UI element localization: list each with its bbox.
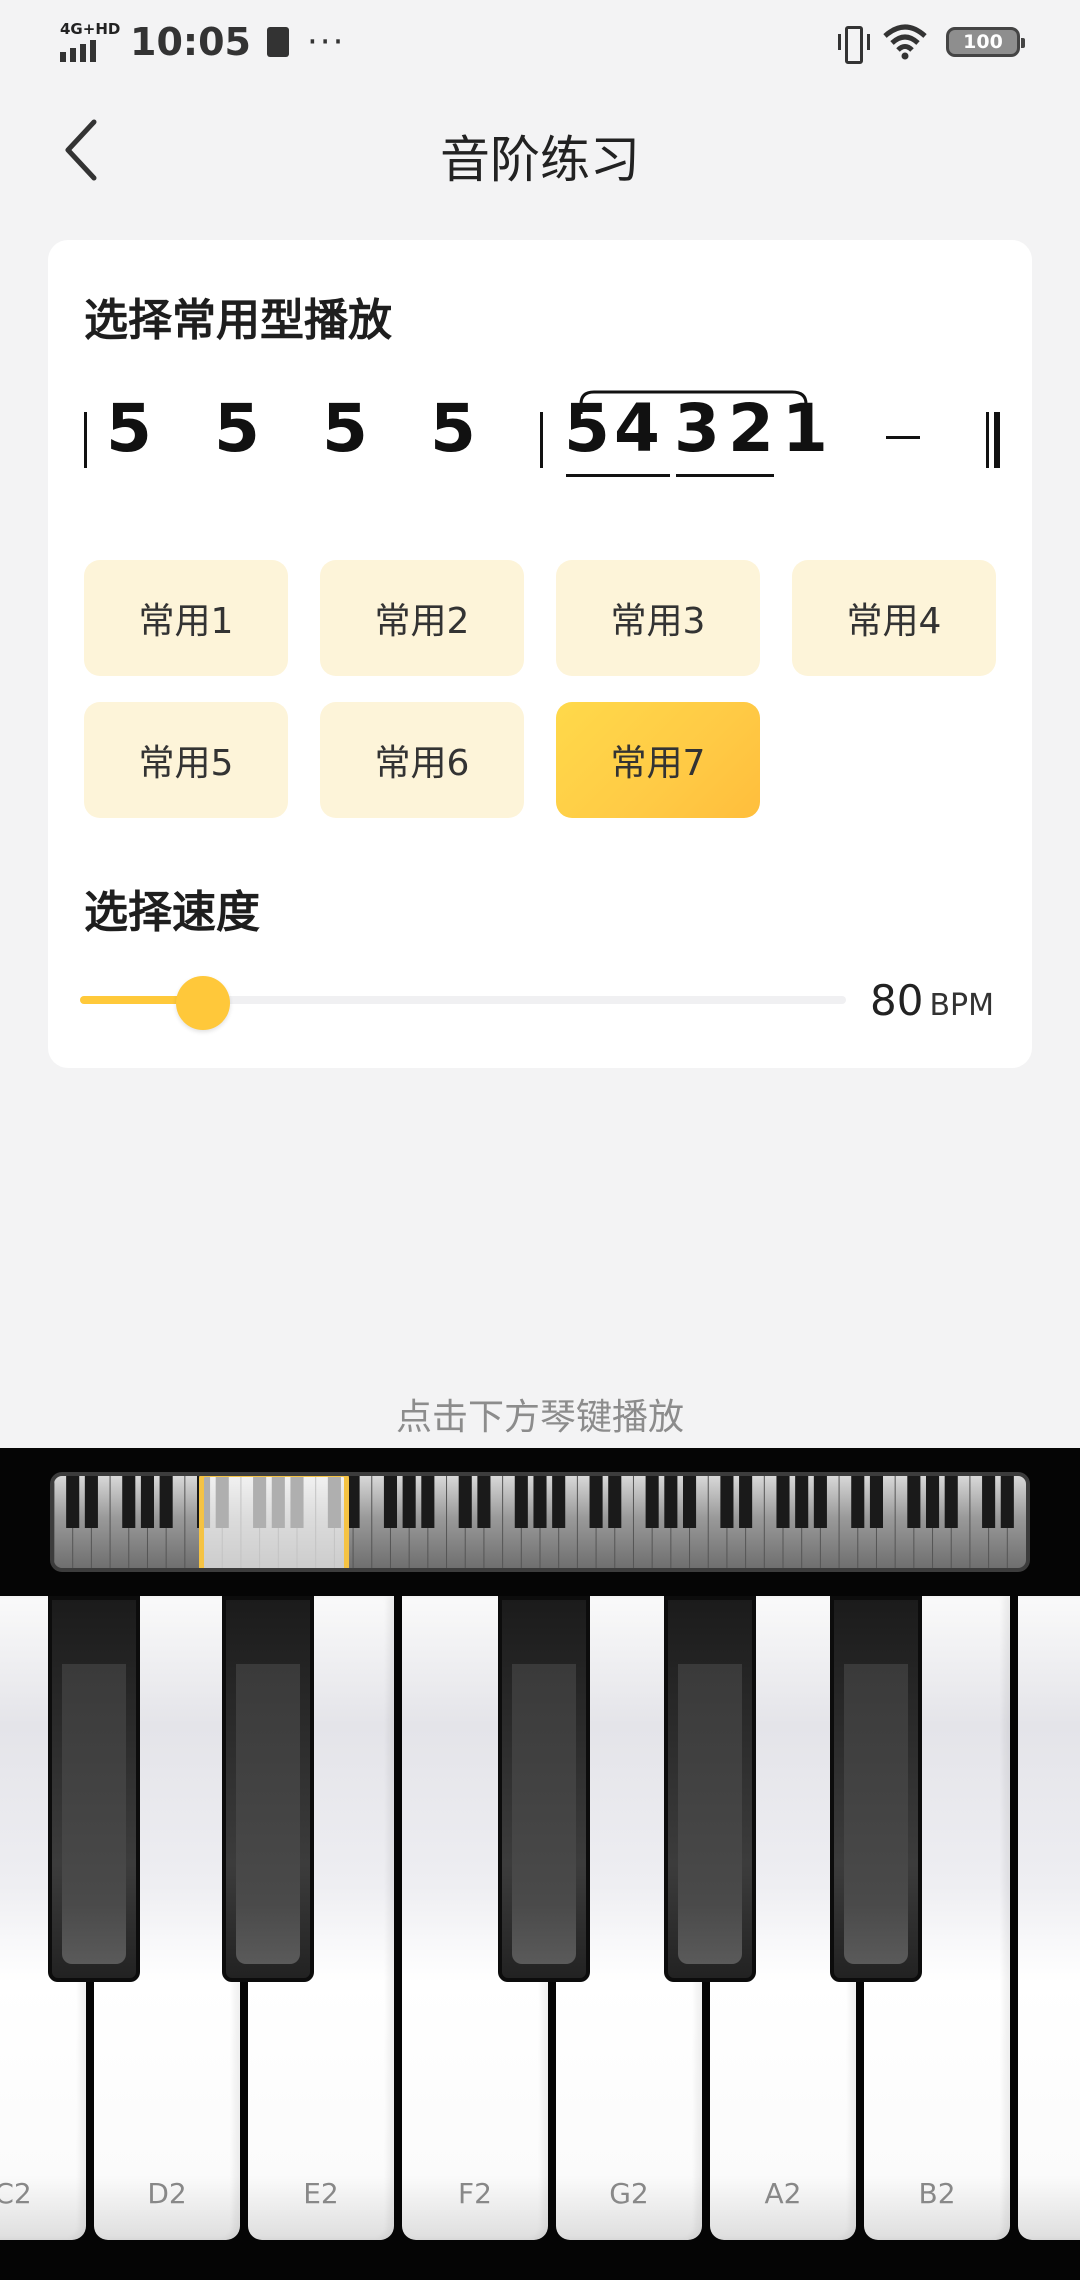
- speed-section-title: 选择速度: [84, 887, 260, 938]
- mini-black-key: [776, 1476, 790, 1528]
- mini-black-key: [944, 1476, 958, 1528]
- mini-black-key: [608, 1476, 622, 1528]
- settings-card: 选择常用型播放 5 5 5 5 5 4 3 2 1 常用1 常用2 常用3 常用…: [48, 240, 1032, 1068]
- clock: 10:05: [130, 20, 251, 64]
- mini-black-key: [514, 1476, 528, 1528]
- mini-black-key: [159, 1476, 173, 1528]
- mini-black-key: [140, 1476, 155, 1528]
- mini-black-key: [533, 1476, 547, 1528]
- note: 5: [322, 390, 368, 467]
- mini-black-key: [645, 1476, 659, 1528]
- preset-button-2[interactable]: 常用2: [320, 560, 524, 676]
- sustain-dash: [886, 436, 920, 439]
- bpm-readout: 80 BPM: [870, 976, 994, 1025]
- page-title: 音阶练习: [440, 131, 640, 189]
- notation-display: 5 5 5 5 5 4 3 2 1: [48, 390, 1032, 530]
- beam-underline: [676, 474, 774, 477]
- vibrate-icon: [838, 26, 870, 64]
- key-label: F2: [458, 2177, 492, 2210]
- signal-icon: 4G+HD: [60, 20, 120, 62]
- slur-mark: [579, 390, 808, 414]
- play-hint: 点击下方琴键播放: [395, 1397, 684, 1438]
- more-notifications-icon: ···: [306, 22, 346, 62]
- network-type: 4G+HD: [60, 20, 121, 38]
- battery-indicator: 100: [946, 27, 1025, 57]
- note: 5: [106, 390, 152, 467]
- mini-black-key: [1000, 1476, 1014, 1528]
- preset-button-3[interactable]: 常用3: [556, 560, 760, 676]
- key-label: E2: [303, 2177, 339, 2210]
- mini-black-key: [383, 1476, 398, 1528]
- bpm-value: 80: [869, 976, 924, 1025]
- mini-black-key: [664, 1476, 678, 1528]
- black-key-f-sharp[interactable]: [498, 1596, 590, 1982]
- mini-black-key: [869, 1476, 884, 1528]
- black-key-a-sharp[interactable]: [830, 1596, 922, 1982]
- mini-black-key: [907, 1476, 921, 1528]
- keyboard-view-window[interactable]: [199, 1476, 349, 1568]
- mini-black-key: [552, 1476, 566, 1528]
- wifi-icon: [883, 24, 927, 60]
- key-label: C: [1018, 2177, 1080, 2210]
- barline: [540, 412, 543, 468]
- keyboard-overview[interactable]: [50, 1472, 1030, 1572]
- key-label: D2: [147, 2177, 187, 2210]
- mini-black-key: [925, 1476, 940, 1528]
- preset-button-5[interactable]: 常用5: [84, 702, 288, 818]
- pattern-section-title: 选择常用型播放: [84, 295, 392, 346]
- mini-black-key: [402, 1476, 416, 1528]
- barline: [84, 412, 87, 468]
- key-label: C2: [0, 2177, 32, 2210]
- mini-black-key: [682, 1476, 697, 1528]
- white-key-c[interactable]: C: [1018, 1596, 1080, 2240]
- battery-level: 100: [963, 31, 1003, 53]
- preset-button-6[interactable]: 常用6: [320, 702, 524, 818]
- key-label: A2: [764, 2177, 802, 2210]
- preset-button-1[interactable]: 常用1: [84, 560, 288, 676]
- mini-black-key: [982, 1476, 996, 1528]
- key-label: B2: [918, 2177, 956, 2210]
- preset-button-4[interactable]: 常用4: [792, 560, 996, 676]
- mini-black-key: [720, 1476, 734, 1528]
- speed-slider-thumb[interactable]: [175, 976, 230, 1030]
- note: 5: [214, 390, 260, 467]
- mini-black-key: [477, 1476, 491, 1528]
- mini-black-key: [421, 1476, 435, 1528]
- mini-black-key: [458, 1476, 472, 1528]
- header: 音阶练习: [0, 100, 1080, 200]
- mini-black-key: [84, 1476, 98, 1528]
- mini-black-key: [739, 1476, 753, 1528]
- black-key-d-sharp[interactable]: [222, 1596, 314, 1982]
- end-barline-thick: [994, 412, 1000, 468]
- preset-button-7[interactable]: 常用7: [556, 702, 760, 818]
- mini-black-key: [122, 1476, 136, 1528]
- beam-underline: [566, 474, 670, 477]
- mini-black-key: [813, 1476, 827, 1528]
- black-key-g-sharp[interactable]: [664, 1596, 756, 1982]
- bpm-unit: BPM: [929, 988, 994, 1023]
- key-label: G2: [609, 2177, 649, 2210]
- piano-keyboard: C2 D2 E2 F2 G2 A2 B2 C: [0, 1596, 1080, 2280]
- mini-black-key: [589, 1476, 603, 1528]
- status-bar: 4G+HD 10:05 ··· 100: [0, 0, 1080, 84]
- note: 5: [430, 390, 476, 467]
- mini-black-key: [851, 1476, 865, 1528]
- black-key-c-sharp[interactable]: [48, 1596, 140, 1982]
- mini-black-key: [66, 1476, 80, 1528]
- mini-black-key: [795, 1476, 809, 1528]
- clipboard-check-icon: [266, 27, 289, 57]
- end-barline: [986, 412, 989, 468]
- piano-area: C2 D2 E2 F2 G2 A2 B2 C: [0, 1448, 1080, 2280]
